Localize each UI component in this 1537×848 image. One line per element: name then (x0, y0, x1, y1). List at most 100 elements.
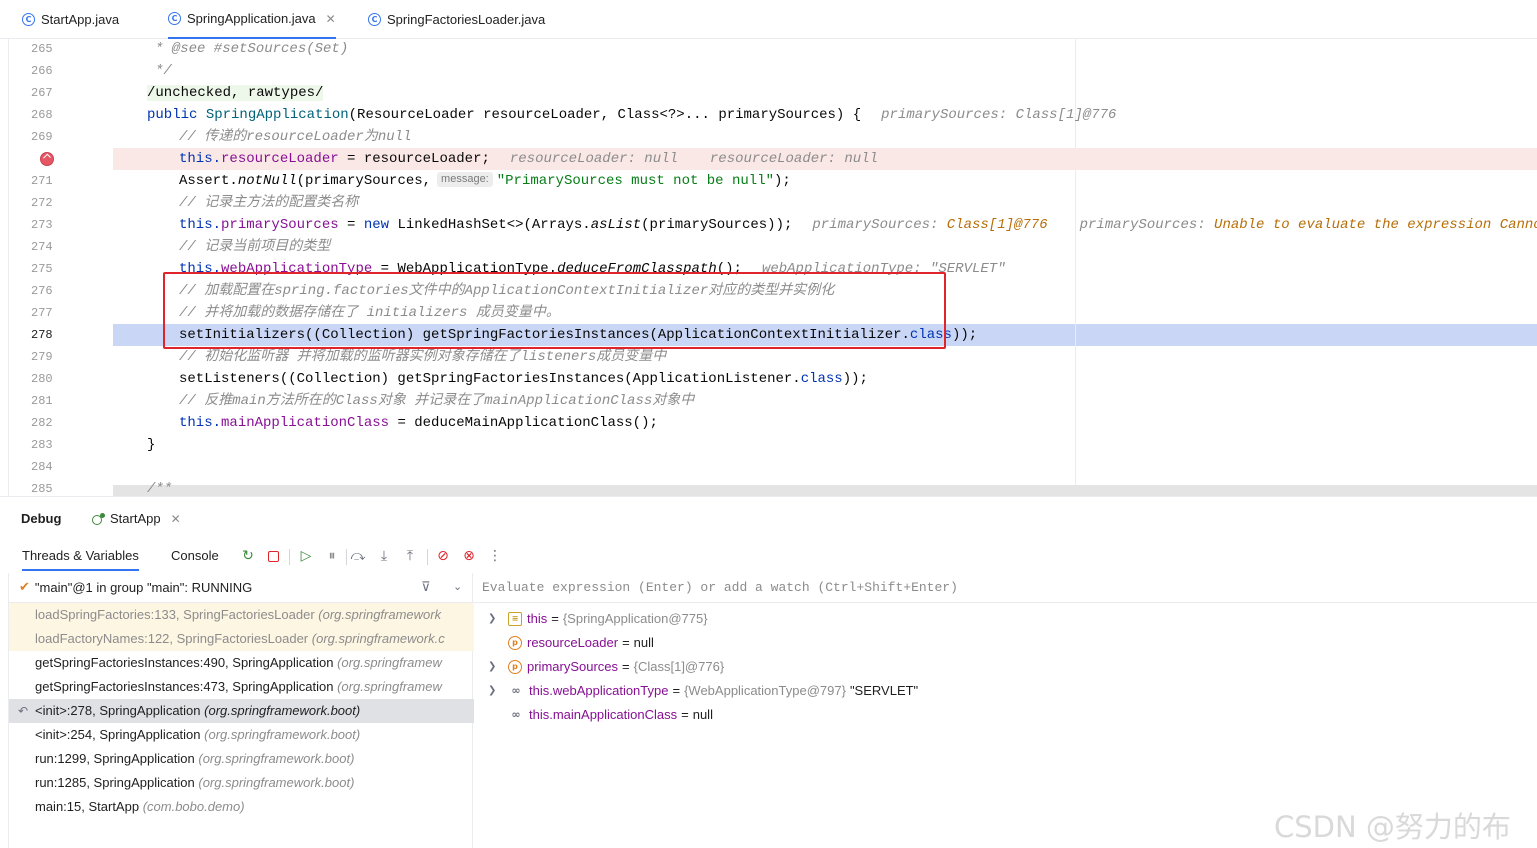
debug-tool-window: Debug StartApp ✕ Threads & Variables Con… (0, 496, 1537, 848)
code-line-270: this.resourceLoader = resourceLoader; res… (179, 148, 878, 170)
variable-name: this.webApplicationType (529, 683, 669, 698)
code-text: )); (842, 371, 868, 387)
variable-row[interactable]: ❯ ≡ this = {SpringApplication@775} (474, 607, 708, 631)
close-icon[interactable]: ✕ (326, 12, 336, 26)
class-icon: C (368, 13, 381, 26)
line-number: 276 (31, 284, 53, 298)
frame-method: loadSpringFactories:133, SpringFactories… (35, 607, 315, 622)
stack-frame[interactable]: getSpringFactoriesInstances:473, SpringA… (9, 675, 474, 699)
pause-icon[interactable]: ⏸ (323, 547, 341, 565)
more-options-icon[interactable]: ⋮ (486, 547, 504, 565)
editor-tab-bar: C StartApp.java C SpringApplication.java… (0, 0, 1537, 39)
tab-springfactoriesloader[interactable]: C SpringFactoriesLoader.java (368, 0, 545, 39)
frame-package: (org.springframework.c (311, 631, 445, 646)
method-name: notNull (237, 173, 297, 189)
this-keyword: this. (179, 261, 222, 277)
variable-row[interactable]: ∞ this.mainApplicationClass = null (474, 703, 713, 727)
field-name: mainApplicationClass (221, 415, 390, 431)
code-line-273: this.primarySources = new LinkedHashSet<… (179, 214, 1537, 236)
stack-frame[interactable]: loadSpringFactories:133, SpringFactories… (9, 603, 474, 627)
annotation-text: /unchecked, rawtypes/ (147, 85, 324, 101)
tab-startapp[interactable]: C StartApp.java (22, 0, 119, 39)
watch-glasses-icon: ∞ (511, 708, 521, 721)
resume-icon[interactable]: ▷ (297, 547, 315, 565)
variable-row[interactable]: p resourceLoader = null (474, 631, 654, 655)
step-into-icon[interactable]: ⤓ (375, 547, 393, 565)
class-icon: C (22, 13, 35, 26)
frame-method: getSpringFactoriesInstances:490, SpringA… (35, 655, 334, 670)
debug-session-tab[interactable]: StartApp ✕ (92, 511, 181, 526)
frame-method: run:1285, SpringApplication (35, 775, 195, 790)
keyword: class (800, 371, 843, 387)
debug-title: Debug (21, 511, 62, 526)
code-line-265: * @see #setSources(Set) (155, 41, 349, 57)
stack-frame[interactable]: getSpringFactoriesInstances:490, SpringA… (9, 651, 474, 675)
filter-icon[interactable]: ⊽ (421, 580, 431, 595)
code-text: )); (951, 327, 978, 343)
frame-method: main:15, StartApp (35, 799, 140, 814)
chevron-right-icon[interactable]: ❯ (488, 607, 502, 631)
tab-threads-variables[interactable]: Threads & Variables (22, 548, 139, 571)
frame-package: (org.springframework.boot) (198, 751, 355, 766)
tab-label: SpringFactoriesLoader.java (387, 12, 546, 27)
line-number: 277 (31, 306, 53, 320)
line-number: 269 (31, 130, 53, 144)
debug-toolbar: Threads & Variables Console ↻ ▷ ⏸ ⤼ ⤓ ⤒ … (0, 539, 1537, 573)
code-text: setListeners((Collection) getSpringFacto… (179, 371, 801, 387)
stack-frame[interactable]: run:1285, SpringApplication (org.springf… (9, 771, 474, 795)
variable-name: resourceLoader (527, 635, 619, 650)
class-icon: C (168, 12, 181, 25)
line-number-gutter[interactable]: 265 266 267 268 269 271 272 273 274 275 … (8, 39, 112, 496)
chevron-down-icon[interactable]: ⌄ (453, 580, 462, 593)
code-line-277: // 并将加载的数据存储在了 initializers 成员变量中。 (179, 305, 560, 321)
stack-frame[interactable]: main:15, StartApp (com.bobo.demo) (9, 795, 474, 819)
line-number: 275 (31, 262, 53, 276)
rerun-icon[interactable]: ↻ (239, 547, 257, 565)
step-out-icon[interactable]: ⤒ (401, 547, 419, 565)
frame-package: (org.springframework.boot) (204, 703, 361, 718)
variable-name: this.mainApplicationClass (529, 707, 678, 722)
code-editor[interactable]: 265 266 267 268 269 271 272 273 274 275 … (0, 39, 1537, 496)
chevron-right-icon[interactable]: ❯ (488, 679, 502, 703)
code-text: = WebApplicationType. (372, 261, 558, 277)
code-text: (); (716, 261, 742, 277)
frame-package: (org.springframework.boot) (204, 727, 361, 742)
breakpoint-icon[interactable] (40, 152, 54, 166)
mute-breakpoints-icon[interactable]: ⊗ (460, 547, 478, 565)
constructor-name: SpringApplication (205, 107, 349, 123)
tab-console[interactable]: Console (171, 548, 219, 563)
evaluate-expression-input[interactable]: Evaluate expression (Enter) or add a wat… (474, 573, 1537, 603)
thread-selector[interactable]: ✔ "main"@1 in group "main": RUNNING ⊽ ⌄ (9, 573, 474, 603)
line-number: 283 (31, 438, 53, 452)
inline-debug-label: primarySources: (812, 217, 947, 233)
stop-icon[interactable] (264, 547, 282, 565)
variable-row[interactable]: ❯ ∞ this.webApplicationType = {WebApplicat… (474, 679, 918, 703)
code-line-283: } (147, 437, 156, 453)
line-number: 274 (31, 240, 53, 254)
tab-springapplication[interactable]: C SpringApplication.java ✕ (168, 0, 336, 39)
frame-method: run:1299, SpringApplication (35, 751, 195, 766)
method-name: deduceFromClasspath (557, 261, 717, 277)
close-icon[interactable]: ✕ (171, 512, 181, 526)
view-breakpoints-icon[interactable]: ⊘ (434, 547, 452, 565)
tab-label: StartApp.java (41, 12, 120, 27)
code-text: (primarySources)); (641, 217, 793, 233)
chevron-right-icon[interactable]: ❯ (488, 655, 502, 679)
code-text: LinkedHashSet<>(Arrays. (389, 217, 591, 233)
run-config-icon (92, 512, 106, 525)
line-number: 268 (31, 108, 53, 122)
code-line-271: Assert.notNull(primarySources, message: "P… (179, 170, 791, 192)
thread-label: "main"@1 in group "main": RUNNING (34, 580, 253, 595)
stack-frame-selected[interactable]: ↶ <init>:278, SpringApplication (org.spri… (9, 699, 474, 723)
code-text: setInitializers((Collection) getSpringFa… (179, 327, 910, 343)
inline-debug-value: resourceLoader: null (709, 151, 878, 167)
line-number: 282 (31, 416, 53, 430)
variable-value: {SpringApplication@775} (562, 611, 708, 626)
inline-debug-value: resourceLoader: null (509, 151, 678, 167)
line-number: 281 (31, 394, 53, 408)
stack-frame[interactable]: run:1299, SpringApplication (org.springf… (9, 747, 474, 771)
step-over-icon[interactable]: ⤼ (349, 547, 367, 565)
stack-frame[interactable]: <init>:254, SpringApplication (org.sprin… (9, 723, 474, 747)
stack-frame[interactable]: loadFactoryNames:122, SpringFactoriesLoa… (9, 627, 474, 651)
variable-row[interactable]: ❯ p primarySources = {Class[1]@776} (474, 655, 724, 679)
